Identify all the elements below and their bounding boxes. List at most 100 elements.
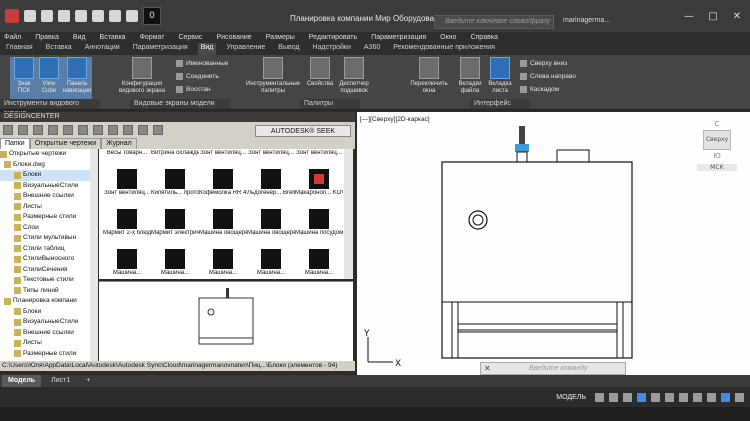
tab-annotate[interactable]: Аннотации bbox=[82, 43, 123, 55]
layer-selector[interactable]: 0 bbox=[143, 7, 161, 25]
tree-item[interactable]: Слои bbox=[0, 223, 96, 234]
model-space-toggle[interactable]: МОДЕЛЬ bbox=[556, 394, 586, 401]
tree-item[interactable]: СтилиВыносного bbox=[0, 254, 96, 265]
forward-icon[interactable] bbox=[33, 125, 43, 135]
tab-output[interactable]: Вывод bbox=[275, 43, 302, 55]
tab-view[interactable]: Вид bbox=[197, 43, 217, 55]
tree-item[interactable]: Блоки bbox=[0, 170, 96, 181]
tree-item[interactable]: Внешние ссылки bbox=[0, 328, 96, 339]
tab-open-drawings[interactable]: Открытые чертежи bbox=[29, 138, 102, 149]
block-item[interactable]: Зонт вентиляц... bbox=[295, 149, 343, 157]
otrack-icon[interactable] bbox=[665, 392, 674, 402]
tree-item[interactable]: Листы bbox=[0, 338, 96, 349]
block-item[interactable]: Машина... bbox=[151, 249, 199, 277]
menu-window[interactable]: Окно bbox=[440, 34, 456, 41]
menu-dimension[interactable]: Размеры bbox=[266, 34, 295, 41]
load-icon[interactable] bbox=[3, 125, 13, 135]
navbar-button[interactable]: Панель навигации bbox=[62, 57, 92, 95]
block-item[interactable]: Льдогенер... Brema CB 4... bbox=[247, 169, 295, 197]
print-icon[interactable] bbox=[92, 10, 104, 22]
block-item[interactable]: Кипятиль... проточны... bbox=[151, 169, 199, 197]
tab-model[interactable]: Модель bbox=[2, 375, 42, 387]
grid-icon[interactable] bbox=[595, 392, 604, 402]
menu-file[interactable]: Файл bbox=[4, 34, 21, 41]
user-account[interactable]: marinagerma... bbox=[563, 17, 610, 24]
drawing-viewport[interactable] bbox=[357, 112, 750, 375]
menu-help[interactable]: Справка bbox=[470, 34, 497, 41]
tree-item[interactable]: Стили таблиц bbox=[0, 244, 96, 255]
app-logo-icon[interactable] bbox=[5, 9, 19, 23]
menu-parametric[interactable]: Параметризация bbox=[371, 34, 426, 41]
search-input[interactable]: Введите ключевое слово/фразу bbox=[434, 15, 554, 29]
wcs-menu[interactable]: МСК bbox=[697, 164, 737, 171]
viewport-controls[interactable]: [—][Сверху][2D-каркас] bbox=[360, 116, 430, 123]
tree-item[interactable]: ВизуальныеСтили bbox=[0, 181, 96, 192]
tree-item[interactable]: Планировка компани bbox=[0, 296, 96, 307]
save-as-icon[interactable] bbox=[75, 10, 87, 22]
tab-addins[interactable]: Надстройки bbox=[309, 43, 353, 55]
tab-a360[interactable]: A360 bbox=[361, 43, 383, 55]
tree-item[interactable]: Размерные стили bbox=[0, 349, 96, 360]
osnap-icon[interactable] bbox=[651, 392, 660, 402]
lineweight-icon[interactable] bbox=[679, 392, 688, 402]
tile-horizontal-button[interactable]: Слева направо bbox=[520, 73, 576, 80]
tab-featured-apps[interactable]: Рекомендованные приложения bbox=[390, 43, 498, 55]
block-item[interactable]: Машина овощереза... bbox=[199, 209, 247, 237]
block-item[interactable]: Машина... bbox=[295, 249, 343, 277]
autodesk-seek-button[interactable]: AUTODESK® SEEK bbox=[255, 125, 351, 137]
viewport-config-button[interactable]: Конфигурация видового экрана bbox=[116, 57, 168, 95]
tree-item[interactable]: Внешние ссылки bbox=[0, 191, 96, 202]
viewcube-button[interactable]: View Cube bbox=[38, 57, 60, 95]
description-icon[interactable] bbox=[138, 125, 148, 135]
tile-vertical-button[interactable]: Сверху вниз bbox=[520, 60, 567, 67]
tree-item[interactable]: ВизуальныеСтили bbox=[0, 317, 96, 328]
properties-button[interactable]: Свойства bbox=[306, 57, 334, 88]
minimize-button[interactable]: — bbox=[682, 10, 696, 24]
menu-format[interactable]: Формат bbox=[140, 34, 165, 41]
search-icon[interactable] bbox=[63, 125, 73, 135]
tool-palettes-button[interactable]: Инструментальные палитры bbox=[244, 57, 302, 95]
file-tabs-button[interactable]: Вкладки файла bbox=[456, 57, 484, 95]
named-viewports-button[interactable]: Именованные bbox=[176, 60, 228, 67]
redo-icon[interactable] bbox=[126, 10, 138, 22]
viewcube-face[interactable]: Сверху bbox=[703, 130, 731, 150]
customize-icon[interactable] bbox=[735, 392, 744, 402]
menu-view[interactable]: Вид bbox=[73, 34, 86, 41]
block-item[interactable]: Машина... bbox=[103, 249, 151, 277]
block-item[interactable]: Мармит электриче... bbox=[151, 209, 199, 237]
save-icon[interactable] bbox=[58, 10, 70, 22]
ortho-icon[interactable] bbox=[623, 392, 632, 402]
block-item[interactable]: Зонт вентиляц... bbox=[103, 169, 151, 197]
tree-item[interactable]: Блоки bbox=[0, 307, 96, 318]
block-item[interactable]: Машина овощерез... bbox=[247, 209, 295, 237]
annotation-scale-icon[interactable] bbox=[693, 392, 702, 402]
sheet-set-manager-button[interactable]: Диспетчер подшивок bbox=[336, 57, 372, 95]
block-item[interactable]: Машина... bbox=[199, 249, 247, 277]
ucs-icon-button[interactable]: Знак ПСК bbox=[12, 57, 36, 95]
home-icon[interactable] bbox=[93, 125, 103, 135]
tree-item[interactable]: Стили мультивын bbox=[0, 233, 96, 244]
menu-modify[interactable]: Редактировать bbox=[309, 34, 357, 41]
tab-layout1[interactable]: Лист1 bbox=[45, 375, 76, 387]
tab-insert[interactable]: Вставка bbox=[43, 43, 75, 55]
tree-item[interactable]: Текстовые стили bbox=[0, 275, 96, 286]
viewcube[interactable]: С Сверху Ю МСК bbox=[697, 120, 737, 180]
cascade-button[interactable]: Каскадом bbox=[520, 86, 559, 93]
block-item[interactable]: Кофемолка RR 45-S-E bbox=[199, 169, 247, 197]
snap-icon[interactable] bbox=[609, 392, 618, 402]
open-icon[interactable] bbox=[41, 10, 53, 22]
preview-icon[interactable] bbox=[123, 125, 133, 135]
workspace-icon[interactable] bbox=[707, 392, 716, 402]
up-icon[interactable] bbox=[48, 125, 58, 135]
block-item[interactable]: Зонт вентиляц... bbox=[247, 149, 295, 157]
tree-toggle-icon[interactable] bbox=[108, 125, 118, 135]
menu-edit[interactable]: Правка bbox=[35, 34, 59, 41]
join-viewports-button[interactable]: Соединить bbox=[176, 73, 219, 80]
add-layout-button[interactable]: + bbox=[80, 375, 96, 387]
new-icon[interactable] bbox=[24, 10, 36, 22]
tree-item[interactable]: СтилиСечения bbox=[0, 265, 96, 276]
menu-insert[interactable]: Вставка bbox=[100, 34, 126, 41]
maximize-button[interactable]: □ bbox=[706, 10, 720, 24]
tab-manage[interactable]: Управление bbox=[223, 43, 268, 55]
undo-icon[interactable] bbox=[109, 10, 121, 22]
